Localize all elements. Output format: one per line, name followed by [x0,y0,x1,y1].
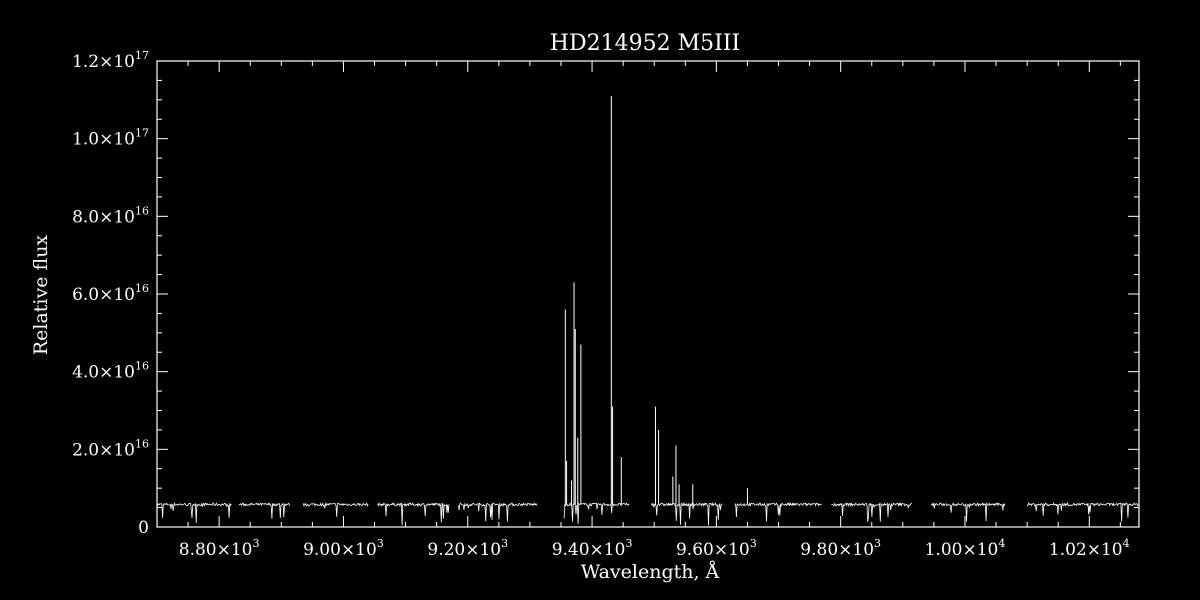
x-tick-label-1: 9.00×103 [303,537,384,560]
x-tick-label-2: 9.20×103 [427,537,508,560]
plot-area [156,95,1139,526]
spectrum-chart: HD214952 M5III 8.80×103 9.00×103 9.20×103 9… [30,31,1140,583]
x-tick-label-6: 1.00×104 [925,537,1006,560]
y-axis-label: Relative flux [30,235,52,356]
y-tick-label-3: 6.0×1016 [72,282,149,305]
x-tick-label-4: 9.60×103 [676,537,757,560]
x-tick-label-0: 8.80×103 [179,537,260,560]
axis-ticks: 8.80×103 9.00×103 9.20×103 9.40×103 9.60×103… [72,49,1139,560]
spectrum-segment-1 [238,502,291,519]
spectrum-segment-3 [377,502,450,526]
chart-title: HD214952 M5III [550,31,740,56]
y-tick-label-1: 2.0×1016 [72,437,149,460]
spectrum-segment-6 [650,501,723,526]
y-tick-label-2: 4.0×1016 [72,360,149,383]
y-tick-label-4: 8.0×1016 [72,204,149,227]
spectrum-segment-7 [734,502,822,522]
x-axis-label: Wavelength, Å [581,561,720,583]
spectrum-segment-5 [563,502,630,525]
spectrum-segment-10 [1026,501,1139,522]
x-tick-label-5: 9.80×103 [800,537,881,560]
spectrum-segment-2 [302,502,369,518]
spectrum-segment-0 [156,502,232,524]
x-tick-label-3: 9.40×103 [552,537,633,560]
x-tick-label-7: 1.02×104 [1049,537,1130,560]
y-tick-label-6: 1.2×1017 [72,49,149,72]
spectrum-segment-4 [458,502,538,522]
y-tick-label-0: 0 [138,518,149,538]
spectrum-segment-8 [831,502,913,522]
spectrum-segment-9 [930,502,1006,522]
plot-frame [156,60,1140,528]
y-tick-label-5: 1.0×1017 [72,127,149,150]
